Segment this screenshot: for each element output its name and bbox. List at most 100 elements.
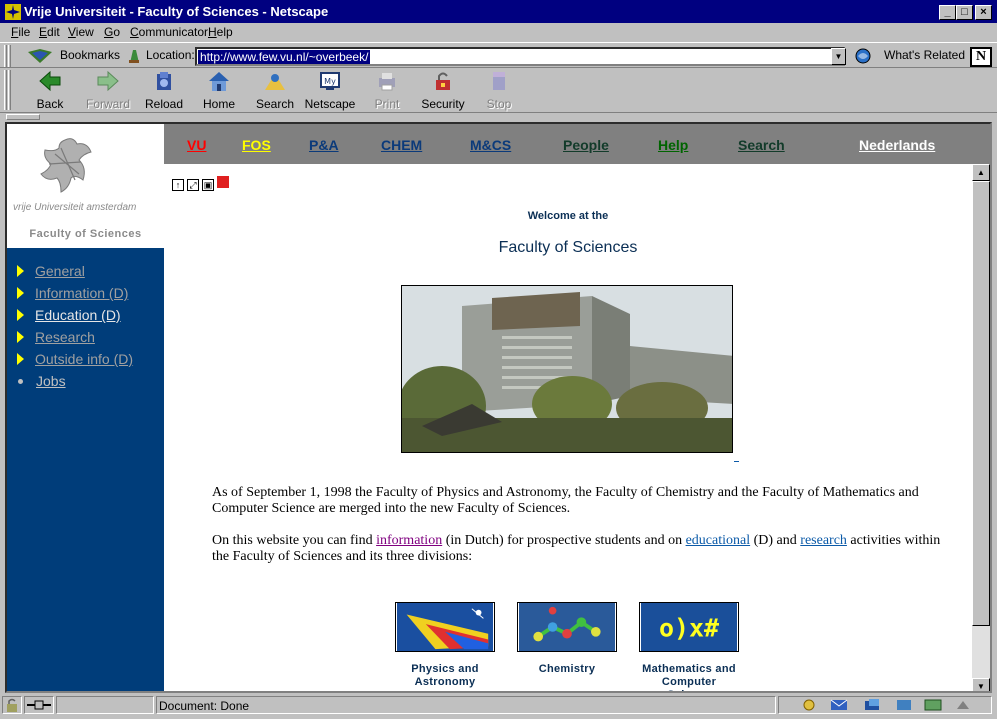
mathematics-symbols-icon: o)x#: [639, 602, 739, 652]
sidebar-link[interactable]: Research: [35, 329, 95, 345]
netscape-button[interactable]: My Netscape: [302, 70, 358, 111]
collapse-toolbar-tab[interactable]: [6, 114, 40, 120]
topnav-nederlands[interactable]: Nederlands: [859, 137, 935, 153]
vertical-scrollbar[interactable]: ▲ ▼: [972, 164, 990, 691]
vu-griffin-logo-icon[interactable]: [35, 134, 97, 196]
window-title: Vrije Universiteit - Faculty of Sciences…: [24, 4, 329, 19]
division-mathematics[interactable]: o)x# Mathematics andComputer Science: [639, 602, 739, 691]
menu-bar: File Edit View Go Communicator Help: [0, 23, 997, 41]
fullscreen-icon[interactable]: ▣: [202, 179, 214, 191]
division-caption: Computer Science: [661, 676, 717, 691]
netscape-n-logo[interactable]: N: [970, 47, 992, 67]
location-label: Location:: [146, 48, 195, 62]
sidebar-item-outside-info[interactable]: Outside info (D): [17, 351, 133, 367]
my-netscape-icon: My: [320, 72, 340, 90]
status-message: Document: Done: [156, 696, 776, 714]
research-link[interactable]: research: [800, 533, 847, 548]
menu-view[interactable]: View: [68, 25, 94, 39]
sidebar-link[interactable]: Education (D): [35, 307, 121, 323]
information-link[interactable]: information: [376, 533, 442, 548]
forward-button[interactable]: Forward: [80, 70, 136, 111]
security-button[interactable]: Security: [415, 70, 471, 111]
menu-go[interactable]: Go: [104, 25, 120, 39]
search-button[interactable]: Search: [247, 70, 303, 111]
whats-related-button[interactable]: What's Related: [884, 48, 965, 62]
url-dropdown-chevron-icon[interactable]: ▼: [831, 48, 846, 65]
para-text: (D) and: [750, 533, 801, 548]
svg-text:My: My: [324, 77, 336, 86]
sidebar-item-education[interactable]: Education (D): [17, 307, 121, 323]
chemistry-molecule-icon: [517, 602, 617, 652]
photo-link-underline[interactable]: [734, 461, 739, 462]
topnav-mcs[interactable]: M&CS: [470, 137, 511, 153]
security-status-lock-icon[interactable]: [2, 696, 22, 714]
component-icons[interactable]: [799, 697, 989, 713]
home-icon: [209, 72, 229, 91]
up-arrow-icon[interactable]: ↑: [172, 179, 184, 191]
website-paragraph: On this website you can find information…: [212, 533, 957, 565]
topnav-vu[interactable]: VU: [187, 137, 206, 153]
reload-button[interactable]: Reload: [136, 70, 192, 111]
sidebar-item-research[interactable]: Research: [17, 329, 95, 345]
forward-label: Forward: [85, 97, 130, 111]
sidebar-link[interactable]: Information (D): [35, 285, 128, 301]
para-text: (in Dutch) for prospective students and …: [442, 533, 686, 548]
sidebar-item-information[interactable]: Information (D): [17, 285, 128, 301]
faculty-label: Faculty of Sciences: [29, 228, 142, 240]
location-icon: [129, 50, 139, 63]
bookmarks-button[interactable]: Bookmarks: [60, 48, 120, 62]
sidebar-item-jobs[interactable]: Jobs: [17, 373, 66, 389]
sidebar-link[interactable]: General: [35, 263, 85, 279]
reload-icon: [157, 72, 171, 90]
progress-bar: [56, 696, 154, 714]
menu-communicator[interactable]: Communicator: [130, 25, 208, 39]
flag-icon[interactable]: [217, 176, 229, 188]
minimize-button[interactable]: _: [939, 5, 956, 20]
expand-icon[interactable]: ⤢: [187, 179, 199, 191]
back-button[interactable]: Back: [22, 70, 78, 111]
print-button[interactable]: Print: [359, 70, 415, 111]
toolbar-grip[interactable]: [8, 45, 11, 67]
stop-icon: [493, 72, 505, 90]
triangle-bullet-icon: [17, 287, 24, 299]
page-viewport: vrije Universiteit amsterdam Faculty of …: [5, 122, 992, 693]
component-bar: [778, 696, 992, 714]
scroll-up-arrow-icon[interactable]: ▲: [972, 164, 990, 181]
small-nav-icons: ↑ ⤢ ▣: [172, 176, 232, 191]
topnav-chem[interactable]: CHEM: [381, 137, 422, 153]
sidebar-link[interactable]: Outside info (D): [35, 351, 133, 367]
search-icon: [265, 74, 285, 90]
division-physics[interactable]: Physics and Astronomy: [395, 602, 495, 689]
dot-bullet-icon: [18, 379, 23, 384]
educational-link[interactable]: educational: [686, 533, 751, 548]
toolbar-grip[interactable]: [4, 70, 7, 110]
menu-help[interactable]: Help: [208, 25, 233, 39]
intro-paragraph: As of September 1, 1998 the Faculty of P…: [212, 485, 919, 516]
sidebar-link[interactable]: Jobs: [36, 373, 66, 389]
division-caption: Astronomy: [414, 676, 476, 688]
toolbar-grip[interactable]: [4, 45, 7, 67]
menu-edit[interactable]: Edit: [39, 25, 60, 39]
topnav-pa[interactable]: P&A: [309, 137, 339, 153]
university-wordmark: vrije Universiteit amsterdam: [13, 202, 137, 213]
topnav-help[interactable]: Help: [658, 137, 688, 153]
home-button[interactable]: Home: [191, 70, 247, 111]
topnav-search[interactable]: Search: [738, 137, 785, 153]
menu-file[interactable]: File: [11, 25, 30, 39]
close-button[interactable]: ×: [975, 5, 992, 20]
scrollbar-thumb[interactable]: [972, 181, 990, 626]
sidebar-item-general[interactable]: General: [17, 263, 85, 279]
scroll-down-arrow-icon[interactable]: ▼: [972, 678, 990, 691]
netscape-app-icon: [5, 4, 21, 20]
toolbar-grip[interactable]: [8, 70, 11, 110]
forward-arrow-icon: [97, 70, 119, 92]
topnav-people[interactable]: People: [563, 137, 609, 153]
stop-button[interactable]: Stop: [471, 70, 527, 111]
topnav-fos[interactable]: FOS: [242, 137, 271, 153]
navigation-toolbar: Back Forward Reload Home Search My Netsc…: [0, 68, 997, 113]
maximize-button[interactable]: □: [956, 5, 973, 20]
division-chemistry[interactable]: Chemistry: [517, 602, 617, 676]
url-input[interactable]: http://www.few.vu.nl/~overbeek/: [195, 47, 845, 66]
faculty-building-photo[interactable]: [401, 285, 733, 453]
print-icon: [379, 73, 395, 91]
